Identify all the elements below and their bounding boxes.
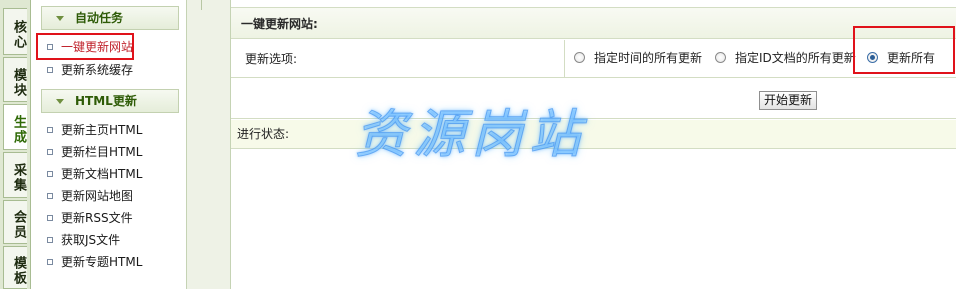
- panel-gutter: [187, 0, 230, 289]
- radio-button-icon[interactable]: [715, 52, 726, 63]
- radio-option-update-all[interactable]: 更新所有: [867, 48, 935, 68]
- menu-item-update-columns[interactable]: 更新栏目HTML: [47, 142, 142, 162]
- menu-item-update-documents[interactable]: 更新文档HTML: [47, 164, 142, 184]
- menu-group-html-update[interactable]: HTML更新: [41, 89, 179, 113]
- bullet-icon: [47, 192, 53, 199]
- menu-item-label: 获取JS文件: [61, 233, 121, 247]
- menu-item-one-click-update[interactable]: 一键更新网站: [47, 37, 133, 57]
- update-options-row: 更新选项: 指定时间的所有更新 指定ID文档的所有更新 更新所有: [231, 40, 956, 78]
- menu-item-label: 更新栏目HTML: [61, 145, 143, 159]
- bullet-icon: [47, 170, 53, 177]
- tab-modules[interactable]: 模块: [3, 57, 27, 102]
- radio-button-icon[interactable]: [574, 52, 585, 63]
- menu-group-title: 自动任务: [75, 11, 124, 25]
- menu-item-update-homepage[interactable]: 更新主页HTML: [47, 120, 142, 140]
- sidebar-menu: 自动任务 一键更新网站 更新系统缓存 HTML更新 更新主页HTML 更新栏目H…: [31, 0, 187, 289]
- menu-item-label: 一键更新网站: [61, 40, 134, 54]
- tab-core[interactable]: 核心: [3, 8, 27, 55]
- radio-label: 指定ID文档的所有更新: [735, 51, 856, 65]
- tab-generate[interactable]: 生成: [3, 104, 27, 150]
- radio-label: 更新所有: [887, 51, 936, 65]
- status-row: 进行状态:: [231, 120, 956, 149]
- module-tab-strip: 核心 模块 生成 采集 会员 模板: [0, 0, 31, 289]
- column-divider: [564, 40, 565, 78]
- main-panel: 一键更新网站: 更新选项: 指定时间的所有更新 指定ID文档的所有更新 更新所有…: [230, 0, 956, 289]
- bullet-icon: [47, 148, 53, 155]
- bullet-icon: [47, 214, 53, 221]
- radio-label: 指定时间的所有更新: [594, 51, 703, 65]
- bullet-icon: [47, 66, 53, 73]
- bullet-icon: [47, 258, 53, 265]
- panel-title-bar: 一键更新网站:: [231, 7, 956, 39]
- collapse-triangle-icon: [56, 16, 64, 21]
- menu-group-auto-tasks[interactable]: 自动任务: [41, 6, 179, 30]
- bullet-icon: [47, 126, 53, 133]
- menu-item-label: 更新文档HTML: [61, 167, 143, 181]
- bullet-icon: [47, 43, 53, 50]
- action-row: 开始更新: [231, 79, 956, 119]
- menu-item-update-cache[interactable]: 更新系统缓存: [47, 60, 133, 80]
- radio-option-by-id[interactable]: 指定ID文档的所有更新: [715, 48, 856, 68]
- menu-item-get-js[interactable]: 获取JS文件: [47, 230, 120, 250]
- tab-collect[interactable]: 采集: [3, 152, 27, 198]
- bullet-icon: [47, 236, 53, 243]
- menu-item-update-rss[interactable]: 更新RSS文件: [47, 208, 133, 228]
- tab-members[interactable]: 会员: [3, 200, 27, 244]
- radio-button-selected-icon[interactable]: [867, 52, 878, 63]
- menu-item-update-sitemap[interactable]: 更新网站地图: [47, 186, 133, 206]
- menu-item-label: 更新主页HTML: [61, 123, 143, 137]
- status-label: 进行状态:: [237, 127, 290, 141]
- menu-item-label: 更新RSS文件: [61, 211, 133, 225]
- tab-templates[interactable]: 模板: [3, 246, 27, 289]
- start-update-button[interactable]: 开始更新: [759, 91, 817, 110]
- radio-option-by-time[interactable]: 指定时间的所有更新: [574, 48, 702, 68]
- menu-item-label: 更新网站地图: [61, 189, 134, 203]
- menu-item-label: 更新专题HTML: [61, 255, 143, 269]
- menu-item-update-topics[interactable]: 更新专题HTML: [47, 252, 142, 272]
- collapse-triangle-icon: [56, 99, 64, 104]
- options-label: 更新选项:: [245, 52, 298, 66]
- menu-group-title: HTML更新: [75, 94, 137, 108]
- gutter-divider: [201, 0, 202, 10]
- page-title: 一键更新网站:: [241, 17, 318, 31]
- menu-item-label: 更新系统缓存: [61, 63, 134, 77]
